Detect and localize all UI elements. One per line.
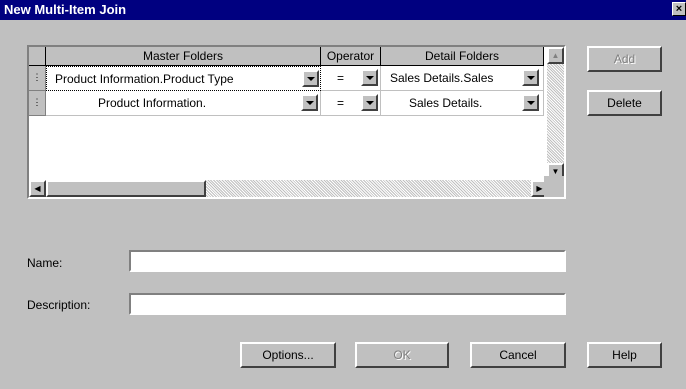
window-title: New Multi-Item Join — [4, 2, 127, 17]
options-button[interactable]: Options... — [240, 342, 336, 368]
arrow-right-icon: ▶ — [536, 184, 543, 193]
cancel-button[interactable]: Cancel — [470, 342, 566, 368]
arrow-left-icon: ◀ — [34, 184, 41, 193]
name-field[interactable] — [129, 250, 566, 272]
master-folder-value: Product Information. — [98, 96, 207, 110]
new-multi-item-join-dialog: New Multi-Item Join × Master Folders Ope… — [0, 0, 686, 389]
column-header-master-folders[interactable]: Master Folders — [46, 47, 321, 66]
scroll-left-button[interactable]: ◀ — [29, 180, 46, 197]
master-folder-cell[interactable]: Product Information.Product Type — [46, 66, 321, 91]
help-button[interactable]: Help — [587, 342, 662, 368]
close-icon: × — [675, 3, 683, 15]
description-field[interactable] — [129, 293, 566, 315]
description-label: Description: — [27, 298, 91, 312]
detail-folder-value: Sales Details.Sales — [390, 71, 494, 85]
scrollbar-corner — [544, 176, 564, 197]
scroll-up-button[interactable]: ▲ — [547, 47, 564, 64]
delete-button[interactable]: Delete — [587, 90, 662, 116]
ok-button[interactable]: OK — [355, 342, 449, 368]
master-folder-value: Product Information.Product Type — [55, 72, 234, 86]
master-folder-dropdown-button[interactable] — [302, 70, 319, 87]
operator-cell[interactable]: = — [321, 66, 381, 91]
operator-cell[interactable]: = — [321, 91, 381, 116]
detail-folder-cell[interactable]: Sales Details.Sales — [381, 66, 544, 91]
close-button[interactable]: × — [672, 2, 686, 16]
join-grid[interactable]: Master Folders Operator Detail Folders ⋮… — [27, 45, 566, 199]
horizontal-scrollbar[interactable]: ◀ ▶ — [29, 180, 548, 197]
arrow-down-icon: ▼ — [551, 167, 560, 176]
detail-folder-dropdown-button[interactable] — [522, 69, 539, 86]
vertical-scrollbar[interactable]: ▲ ▼ — [547, 47, 564, 180]
operator-dropdown-button[interactable] — [361, 69, 378, 86]
arrow-up-icon: ▲ — [551, 51, 560, 60]
operator-dropdown-button[interactable] — [361, 94, 378, 111]
master-folder-dropdown-button[interactable] — [301, 94, 318, 111]
column-header-detail-folders[interactable]: Detail Folders — [381, 47, 544, 66]
row-selector[interactable]: ⋮ — [29, 91, 46, 116]
detail-folder-dropdown-button[interactable] — [522, 94, 539, 111]
operator-value: = — [337, 96, 345, 110]
name-label: Name: — [27, 256, 63, 270]
grid-corner — [29, 47, 46, 66]
column-header-operator[interactable]: Operator — [321, 47, 381, 66]
row-selector[interactable]: ⋮ — [29, 66, 46, 91]
add-button[interactable]: Add — [587, 46, 662, 72]
detail-folder-value: Sales Details. — [409, 96, 483, 110]
master-folder-cell[interactable]: Product Information. — [46, 91, 321, 116]
title-bar: New Multi-Item Join × — [0, 0, 686, 20]
detail-folder-cell[interactable]: Sales Details. — [381, 91, 544, 116]
horizontal-scroll-thumb[interactable] — [46, 180, 206, 197]
operator-value: = — [337, 71, 345, 85]
